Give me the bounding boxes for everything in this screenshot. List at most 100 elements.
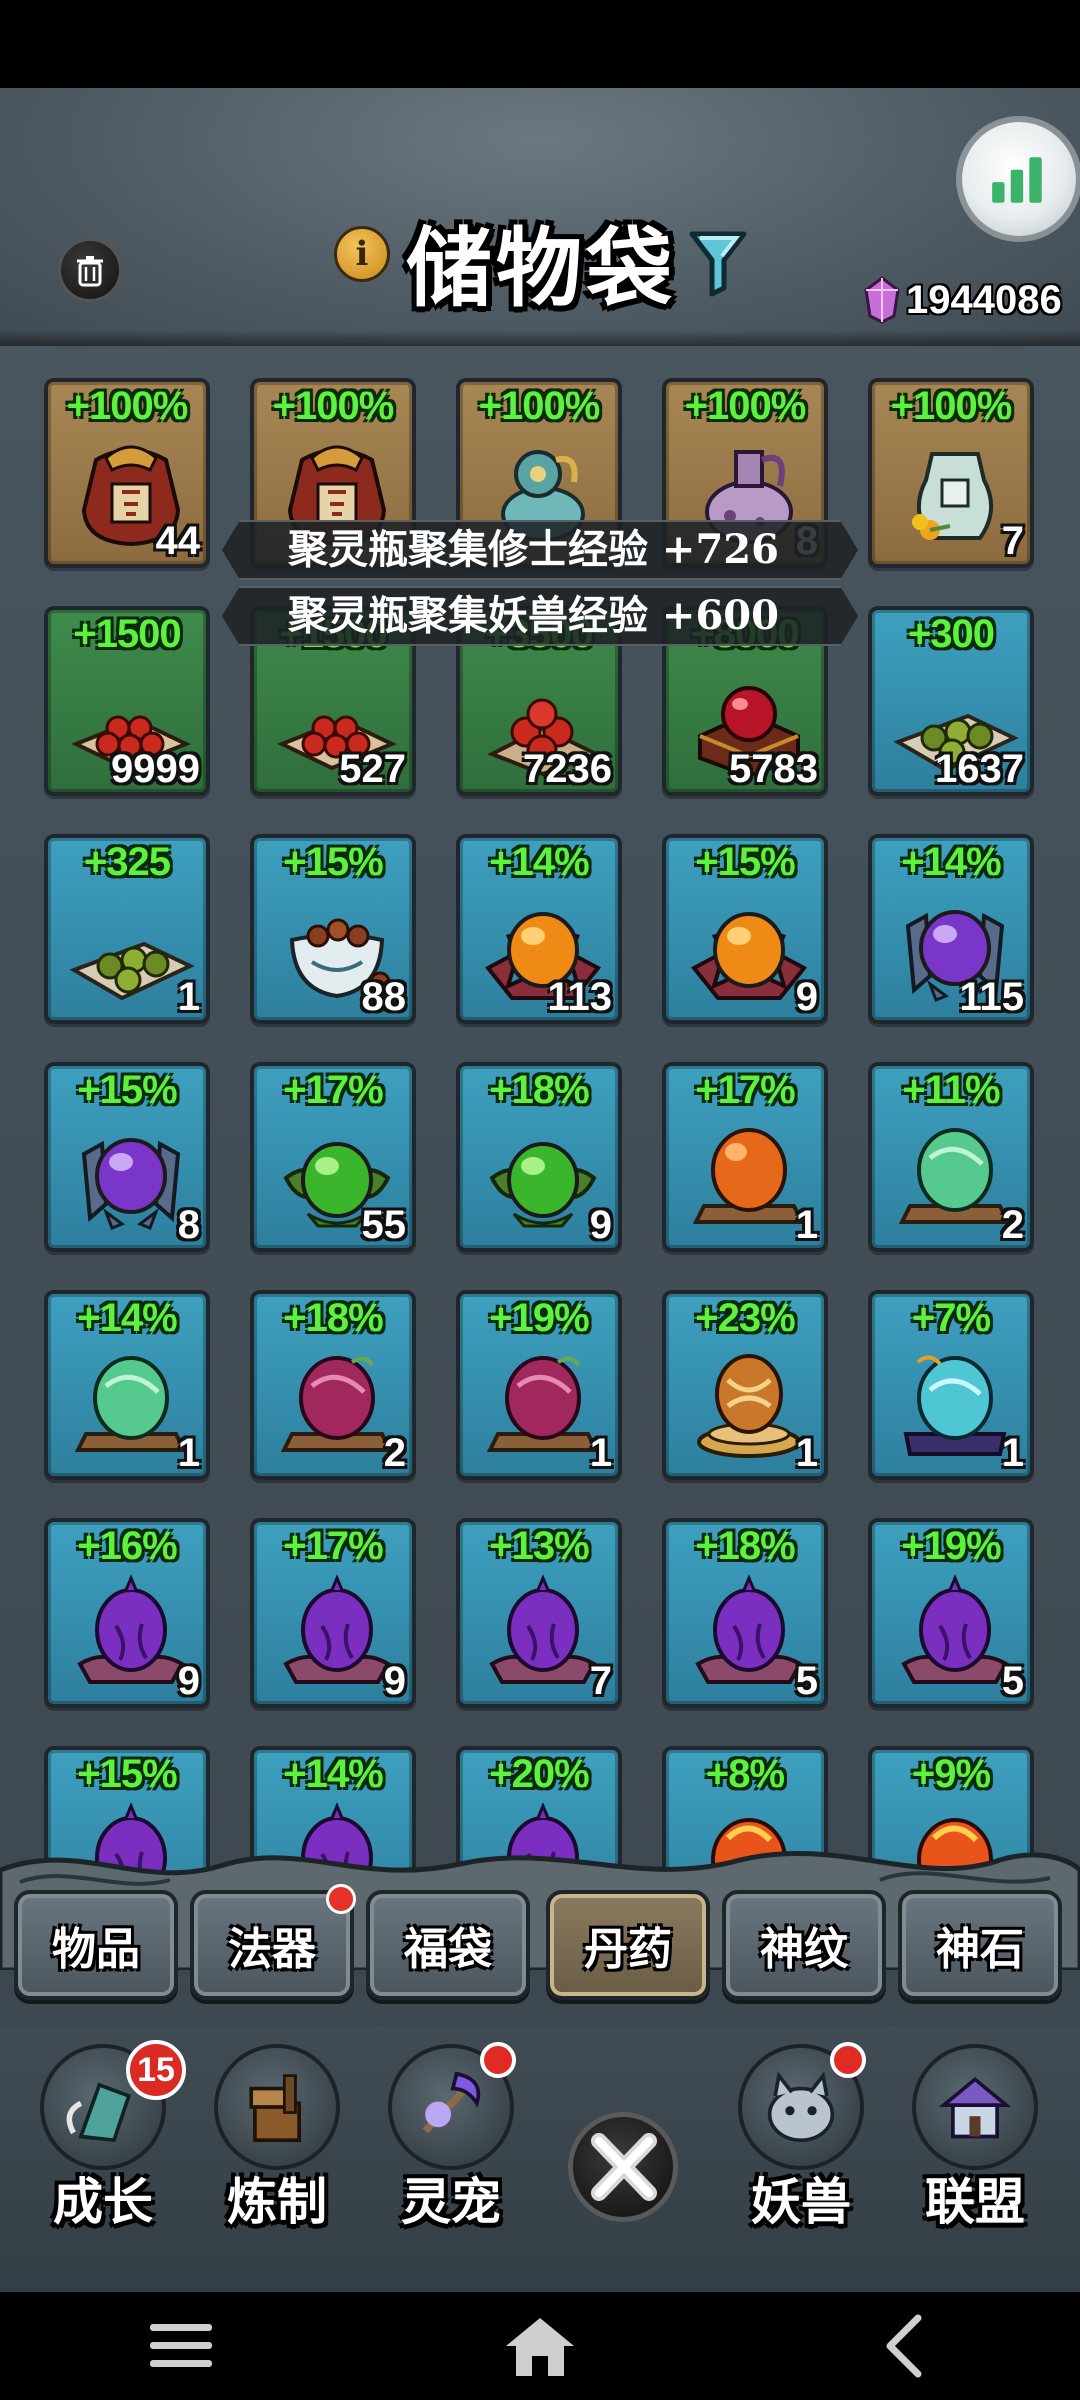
- item-bonus: +18%: [283, 1296, 383, 1340]
- item-bonus: +100%: [272, 384, 395, 428]
- tab-label: 神纹: [760, 1924, 848, 1975]
- violet-bud-icon: [283, 1574, 391, 1684]
- toast-message: 聚灵瓶聚集妖兽经验 +600: [222, 586, 858, 646]
- tab-4[interactable]: 神纹: [722, 1890, 886, 2000]
- filter-icon[interactable]: [688, 228, 748, 298]
- nav-icon-frame: [912, 2044, 1038, 2170]
- nav-item-2[interactable]: 灵宠: [366, 2042, 536, 2254]
- green-pills-icon: [69, 941, 195, 1001]
- tab-label: 物品: [52, 1924, 140, 1975]
- inventory-item[interactable]: +18% 5: [662, 1518, 828, 1708]
- item-count: 7: [589, 1659, 612, 1703]
- item-bonus: +18%: [695, 1524, 795, 1568]
- inventory-item[interactable]: +15% 8: [44, 1062, 210, 1252]
- nav-item-3[interactable]: 妖兽: [716, 2042, 886, 2254]
- item-count: 9: [589, 1203, 612, 1247]
- nav-item-0[interactable]: 成长 15: [18, 2040, 188, 2254]
- item-count: 2: [383, 1431, 406, 1475]
- home-icon[interactable]: [502, 2314, 578, 2378]
- notification-dot: [480, 2042, 516, 2078]
- inventory-item[interactable]: +18% 9: [456, 1062, 622, 1252]
- item-bonus: +19%: [489, 1296, 589, 1340]
- inventory-item[interactable]: +14% 1: [44, 1290, 210, 1480]
- menu-icon[interactable]: [144, 2314, 220, 2378]
- item-bonus: +100%: [684, 384, 807, 428]
- item-bonus: +14%: [283, 1752, 383, 1796]
- item-count: 5: [795, 1659, 818, 1703]
- bar-chart-icon: [992, 157, 1042, 203]
- orange-egg-icon: [692, 1128, 806, 1224]
- item-bonus: +14%: [489, 840, 589, 884]
- page-title: 储物袋: [406, 218, 676, 319]
- toast-message: 聚灵瓶聚集修士经验 +726: [222, 520, 858, 580]
- spirit-stone-icon: [864, 276, 900, 324]
- inventory-item[interactable]: +23% 1: [662, 1290, 828, 1480]
- item-count: 2: [1001, 1203, 1024, 1247]
- item-count: 115: [959, 975, 1024, 1019]
- close-icon: [591, 2133, 657, 2201]
- nav-label: 联盟: [925, 2172, 1025, 2231]
- tab-1[interactable]: 法器: [190, 1884, 356, 2000]
- inventory-item[interactable]: +19% 1: [456, 1290, 622, 1480]
- info-icon[interactable]: i: [334, 226, 390, 282]
- inventory-item[interactable]: +19% 5: [868, 1518, 1034, 1708]
- item-count: 7236: [523, 747, 612, 791]
- nav-icon-frame: [214, 2044, 340, 2170]
- inventory-item[interactable]: +17% 9: [250, 1518, 416, 1708]
- item-count: 9999: [111, 747, 200, 791]
- inventory-item[interactable]: +17% 1: [662, 1062, 828, 1252]
- item-bonus: +8%: [705, 1752, 785, 1796]
- tab-label: 丹药: [584, 1924, 672, 1975]
- tab-2[interactable]: 福袋: [366, 1890, 530, 2000]
- item-bonus: +19%: [901, 1524, 1001, 1568]
- item-bonus: +300: [907, 612, 995, 656]
- tab-label: 神石: [936, 1924, 1024, 1975]
- item-bonus: +15%: [77, 1068, 177, 1112]
- orange-lotus-icon: [690, 912, 808, 1000]
- item-count: 1: [1001, 1431, 1024, 1475]
- item-bonus: +325: [83, 840, 171, 884]
- inventory-item[interactable]: +14% 115: [868, 834, 1034, 1024]
- close-button[interactable]: [568, 2112, 678, 2222]
- item-bonus: +23%: [695, 1296, 795, 1340]
- nav-label: 成长: [53, 2172, 153, 2231]
- tab-label: 福袋: [404, 1924, 492, 1975]
- tab-3[interactable]: 丹药: [546, 1890, 710, 2000]
- stats-button[interactable]: [962, 122, 1076, 236]
- bottom-nav: 成长 15 炼制 灵宠 妖兽 联盟: [0, 2026, 1080, 2292]
- trash-button[interactable]: [58, 238, 122, 302]
- flower-vase-icon: [912, 452, 994, 540]
- tab-5[interactable]: 神石: [898, 1890, 1062, 2000]
- item-bonus: +17%: [283, 1068, 383, 1112]
- item-count: 5: [1001, 1659, 1024, 1703]
- back-icon[interactable]: [868, 2314, 944, 2378]
- golden-egg-icon: [697, 1354, 801, 1458]
- inventory-item[interactable]: +100% 44: [44, 378, 210, 568]
- item-bonus: +15%: [77, 1752, 177, 1796]
- nav-item-4[interactable]: 联盟: [890, 2044, 1060, 2254]
- inventory-item[interactable]: +17% 55: [250, 1062, 416, 1252]
- inventory-item[interactable]: +18% 2: [250, 1290, 416, 1480]
- inventory-item[interactable]: +300 1637: [868, 606, 1034, 796]
- item-bonus: +20%: [489, 1752, 589, 1796]
- notification-badge: 15: [126, 2040, 186, 2100]
- inventory-item[interactable]: +15% 88: [250, 834, 416, 1024]
- inventory-item[interactable]: +16% 9: [44, 1518, 210, 1708]
- item-bonus: +15%: [283, 840, 383, 884]
- nav-item-1[interactable]: 炼制: [192, 2044, 362, 2254]
- item-count: 527: [339, 747, 406, 791]
- inventory-item[interactable]: +7% 1: [868, 1290, 1034, 1480]
- item-count: 1: [795, 1203, 818, 1247]
- tab-0[interactable]: 物品: [14, 1890, 178, 2000]
- item-bonus: +14%: [77, 1296, 177, 1340]
- inventory-item[interactable]: +13% 7: [456, 1518, 622, 1708]
- violet-bud-icon: [77, 1574, 185, 1684]
- inventory-item[interactable]: +15% 9: [662, 834, 828, 1024]
- inventory-item[interactable]: +11% 2: [868, 1062, 1034, 1252]
- violet-bud-icon: [695, 1574, 803, 1684]
- inventory-item[interactable]: +14% 113: [456, 834, 622, 1024]
- inventory-item[interactable]: +1500 9999: [44, 606, 210, 796]
- item-count: 1: [177, 975, 200, 1019]
- inventory-item[interactable]: +325 1: [44, 834, 210, 1024]
- inventory-item[interactable]: +100% 7: [868, 378, 1034, 568]
